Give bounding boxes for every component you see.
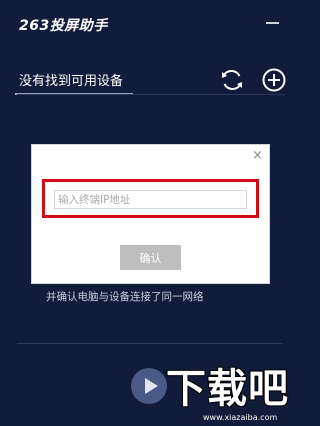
device-status-label: 没有找到可用设备 — [19, 74, 124, 89]
app-title: 263投屏助手 — [19, 18, 108, 34]
close-icon[interactable]: × — [252, 149, 263, 163]
watermark-text: 下载吧 — [166, 366, 289, 412]
ip-dialog: × 确认 — [31, 144, 270, 284]
play-icon — [145, 378, 158, 394]
confirm-button[interactable]: 确认 — [120, 245, 181, 270]
app-window: 263投屏助手 没有找到可用设备 并确认电脑与设备连接了同一网络 × 确认 下载… — [0, 0, 300, 426]
watermark-logo: 下载吧 www.xiazaiba.com — [166, 366, 300, 426]
minimize-icon[interactable] — [266, 22, 279, 24]
ip-address-input[interactable] — [54, 190, 247, 209]
refresh-icon[interactable] — [219, 67, 245, 93]
network-hint: 并确认电脑与设备连接了同一网络 — [46, 291, 204, 303]
header-divider — [17, 94, 285, 95]
watermark-url: www.xiazaiba.com — [203, 413, 278, 422]
plus-circle-icon[interactable] — [261, 67, 287, 93]
ip-input-highlight — [42, 179, 259, 218]
footer-divider — [17, 343, 283, 344]
